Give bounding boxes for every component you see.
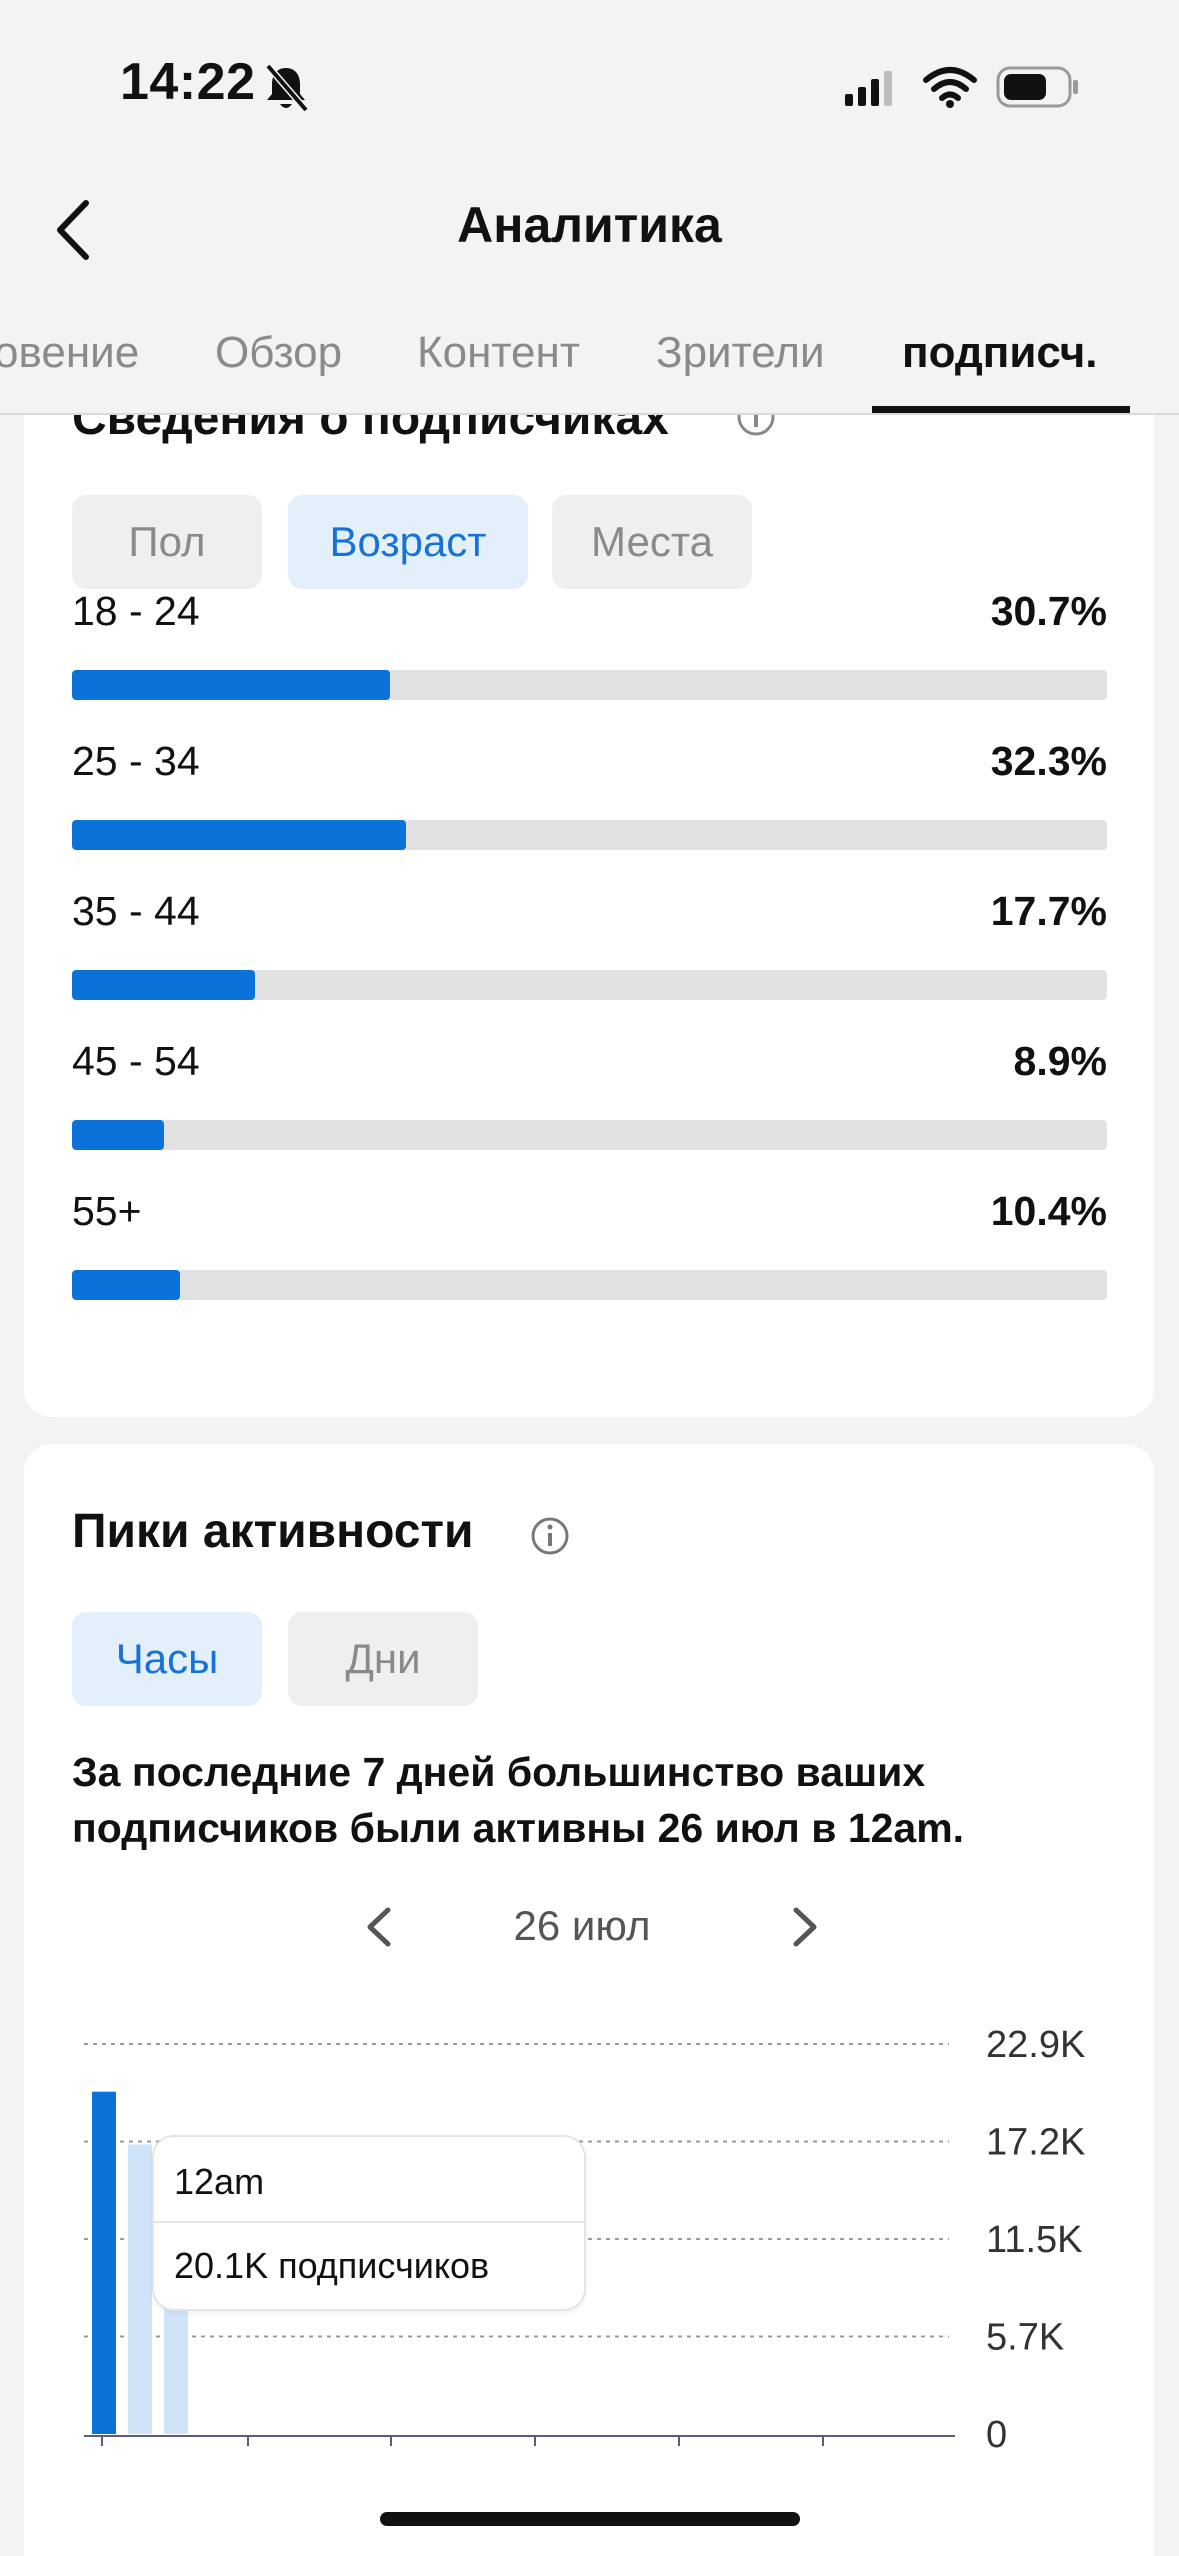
next-date-button[interactable] — [784, 1902, 824, 1952]
age-range-bar-fill — [72, 820, 407, 850]
y-tick-label: 0 — [986, 2414, 1007, 2456]
tab-subscribers[interactable]: подписч. — [902, 328, 1098, 378]
age-range-bar-fill — [72, 670, 390, 700]
page-title: Аналитика — [457, 197, 722, 253]
tab-content[interactable]: Контент — [417, 328, 580, 378]
age-range-value: 17.7% — [990, 888, 1107, 934]
tab-viewers[interactable]: Зрители — [656, 328, 825, 378]
age-range-value: 8.9% — [1013, 1038, 1107, 1084]
wifi-icon — [923, 67, 977, 108]
tab-overview-partial[interactable]: овение — [0, 328, 139, 378]
prev-date-button[interactable] — [360, 1902, 400, 1952]
home-indicator[interactable] — [380, 2512, 800, 2526]
cell-signal-icon — [845, 71, 892, 106]
y-tick-label: 17.2K — [986, 2122, 1085, 2164]
current-date: 26 июл — [513, 1902, 651, 1949]
info-icon[interactable] — [736, 415, 776, 437]
age-range-value: 30.7% — [990, 588, 1107, 634]
age-range-bar-track — [72, 1270, 1107, 1300]
activity-description: За последние 7 дней большинство ваших по… — [72, 1749, 965, 1851]
tooltip-value: 20.1K подписчиков — [174, 2245, 490, 2286]
age-range-bar-track — [72, 1120, 1107, 1150]
age-range-value: 10.4% — [990, 1188, 1107, 1234]
battery-icon — [996, 66, 1078, 108]
bell-slash-icon — [265, 63, 309, 113]
info-icon[interactable] — [530, 1516, 570, 1556]
chart-tooltip: 12am 20.1K подписчиков — [152, 2135, 586, 2311]
tab-overview[interactable]: Обзор — [215, 328, 342, 378]
filter-gender[interactable]: Пол — [72, 495, 262, 589]
age-range-bar-track — [72, 670, 1107, 700]
age-range-bar-fill — [72, 1270, 180, 1300]
age-range-bar-track — [72, 820, 1107, 850]
section-title: Пики активности — [72, 1505, 474, 1558]
age-range-bar-fill — [72, 970, 256, 1000]
age-range-bar-fill — [72, 1120, 165, 1150]
chart-bar[interactable] — [128, 2144, 152, 2434]
analytics-tabs: овение Обзор Контент Зрители подписч. — [0, 310, 1179, 415]
filter-hours[interactable]: Часы — [72, 1612, 262, 1706]
section-title: Сведения о подписчиках — [72, 415, 669, 445]
tooltip-time: 12am — [174, 2161, 265, 2202]
filter-age[interactable]: Возраст — [288, 495, 528, 589]
chart-bar[interactable] — [92, 2091, 116, 2434]
y-tick-label: 11.5K — [986, 2219, 1082, 2261]
age-range-bar-track — [72, 970, 1107, 1000]
filter-places[interactable]: Места — [552, 495, 752, 589]
y-tick-label: 22.9K — [986, 2024, 1085, 2066]
y-tick-label: 5.7K — [986, 2317, 1064, 2359]
active-tab-indicator — [872, 406, 1130, 413]
activity-card: Пики активности Часы Дни За последние 7 … — [24, 1444, 1154, 2556]
status-time: 14:22 — [120, 53, 256, 111]
filter-days[interactable]: Дни — [288, 1612, 478, 1706]
subscribers-card: Сведения о подписчиках Пол Возраст Места… — [24, 415, 1154, 1417]
age-range-value: 32.3% — [990, 738, 1107, 784]
